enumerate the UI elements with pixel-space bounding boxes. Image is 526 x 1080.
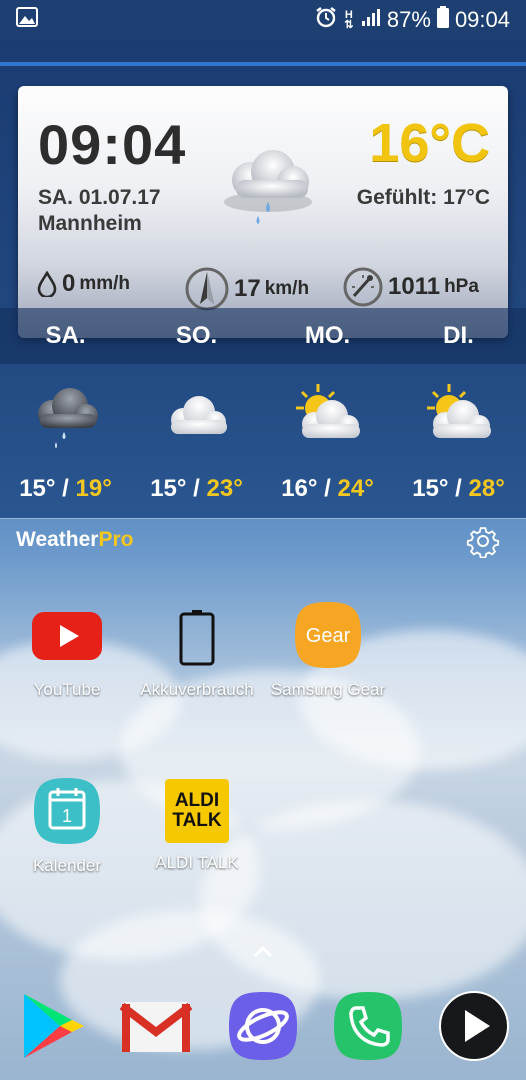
forecast-low: 15° bbox=[150, 475, 187, 502]
forecast-day-label: SO. bbox=[175, 322, 218, 349]
forecast-low: 16° bbox=[281, 475, 318, 502]
sun-cloud-icon bbox=[426, 384, 491, 438]
gallery-notification-icon bbox=[16, 7, 38, 33]
forecast-day-label: SA. bbox=[45, 322, 86, 349]
aldi-talk-logo-text: ALDI TALK bbox=[172, 790, 222, 831]
weather-widget-accent-line bbox=[0, 62, 526, 66]
forecast-high: 23° bbox=[206, 475, 243, 502]
precipitation-metric: 0 mm/h bbox=[36, 270, 130, 298]
gear-app-icon: Gear bbox=[293, 600, 363, 670]
forecast-temps: 15° / 23° bbox=[150, 475, 243, 502]
forecast-day-0[interactable]: SA. 15° / 19° bbox=[0, 308, 131, 518]
media-play-icon[interactable] bbox=[438, 990, 510, 1062]
wind-metric: 17 km/h bbox=[184, 266, 309, 312]
widget-city: Mannheim bbox=[38, 212, 142, 235]
signal-icon bbox=[361, 7, 381, 33]
widget-clock: 09:04 bbox=[38, 113, 187, 176]
pressure-metric: 1011 hPa bbox=[342, 266, 479, 308]
chevron-up-icon[interactable] bbox=[247, 940, 279, 964]
battery-icon bbox=[162, 600, 232, 670]
forecast-temps: 15° / 28° bbox=[412, 475, 505, 502]
status-bar: H ⇅ 87% 09:04 bbox=[0, 0, 526, 40]
brand-suffix: Pro bbox=[98, 528, 134, 551]
forecast-day-label: MO. bbox=[304, 322, 351, 349]
pressure-unit: hPa bbox=[444, 276, 479, 297]
calendar-icon: 1 bbox=[32, 776, 102, 846]
app-label: ALDI TALK bbox=[155, 853, 239, 872]
phone-icon[interactable] bbox=[332, 990, 404, 1062]
internet-icon[interactable] bbox=[227, 990, 299, 1062]
app-akkuverbrauch[interactable]: Akkuverbrauch bbox=[132, 600, 262, 700]
rain-cloud-icon bbox=[224, 150, 312, 224]
feels-like-temperature: Gefühlt: 17°C bbox=[356, 186, 490, 209]
status-time: 09:04 bbox=[454, 7, 510, 32]
play-store-icon[interactable] bbox=[16, 990, 88, 1062]
youtube-icon bbox=[32, 600, 102, 670]
app-aldi-talk[interactable]: ALDI TALK ALDI TALK bbox=[132, 776, 262, 873]
forecast-low: 15° bbox=[412, 475, 449, 502]
settings-gear-icon[interactable] bbox=[466, 524, 500, 558]
svg-text:Gear: Gear bbox=[306, 625, 351, 647]
app-label: Akkuverbrauch bbox=[140, 680, 254, 699]
precipitation-unit: mm/h bbox=[79, 273, 131, 294]
barometer-icon bbox=[343, 267, 383, 307]
raindrop-icon bbox=[37, 271, 57, 297]
forecast-high: 19° bbox=[75, 475, 112, 502]
forecast-day-3[interactable]: DI. 15° / 28° bbox=[393, 308, 524, 518]
app-youtube[interactable]: YouTube bbox=[2, 600, 132, 700]
wind-value: 17 bbox=[234, 275, 261, 302]
current-temperature: 16°C bbox=[369, 113, 490, 173]
widget-date: SA. 01.07.17 bbox=[38, 186, 161, 209]
forecast-temps: 16° / 24° bbox=[281, 475, 374, 502]
battery-percent: 87% bbox=[386, 7, 431, 32]
forecast-day-2[interactable]: MO. 16° / 24° bbox=[262, 308, 393, 518]
forecast-low: 15° bbox=[19, 475, 56, 502]
forecast-day-label: DI. bbox=[443, 322, 474, 349]
weatherpro-brand: WeatherPro bbox=[16, 528, 134, 552]
precipitation-value: 0 bbox=[62, 270, 76, 297]
brand-name: Weather bbox=[16, 528, 99, 551]
alarm-icon bbox=[315, 6, 337, 34]
forecast-temps: 15° / 19° bbox=[19, 475, 112, 502]
forecast-high: 28° bbox=[468, 475, 505, 502]
widget-divider bbox=[0, 518, 526, 519]
weather-widget[interactable]: 09:04 SA. 01.07.17 Mannheim 16°C Gefühlt… bbox=[0, 40, 526, 558]
app-label: YouTube bbox=[33, 680, 101, 699]
forecast-high: 24° bbox=[337, 475, 374, 502]
app-label: Kalender bbox=[32, 856, 102, 875]
wind-compass-icon bbox=[185, 267, 229, 311]
wind-unit: km/h bbox=[264, 278, 310, 299]
gmail-icon[interactable] bbox=[120, 990, 192, 1062]
forecast-day-1[interactable]: SO. 15° / 23° bbox=[131, 308, 262, 518]
current-weather-card[interactable]: 09:04 SA. 01.07.17 Mannheim 16°C Gefühlt… bbox=[18, 86, 508, 338]
aldi-talk-icon: ALDI TALK bbox=[165, 779, 229, 843]
battery-icon bbox=[436, 6, 449, 34]
pressure-value: 1011 bbox=[388, 273, 441, 300]
sun-cloud-icon bbox=[295, 384, 360, 438]
app-label: Samsung Gear bbox=[270, 680, 386, 699]
cloud-icon bbox=[170, 396, 227, 434]
forecast-strip[interactable]: SA. 15° / 19° SO. 15° / 23° MO. 16° / 24… bbox=[0, 308, 526, 518]
network-type-icon: H ⇅ bbox=[344, 9, 354, 31]
svg-text:1: 1 bbox=[62, 806, 72, 826]
rain-cloud-icon bbox=[37, 388, 98, 448]
app-kalender[interactable]: 1 Kalender bbox=[2, 776, 132, 876]
app-samsung-gear[interactable]: Gear Samsung Gear bbox=[263, 600, 393, 700]
